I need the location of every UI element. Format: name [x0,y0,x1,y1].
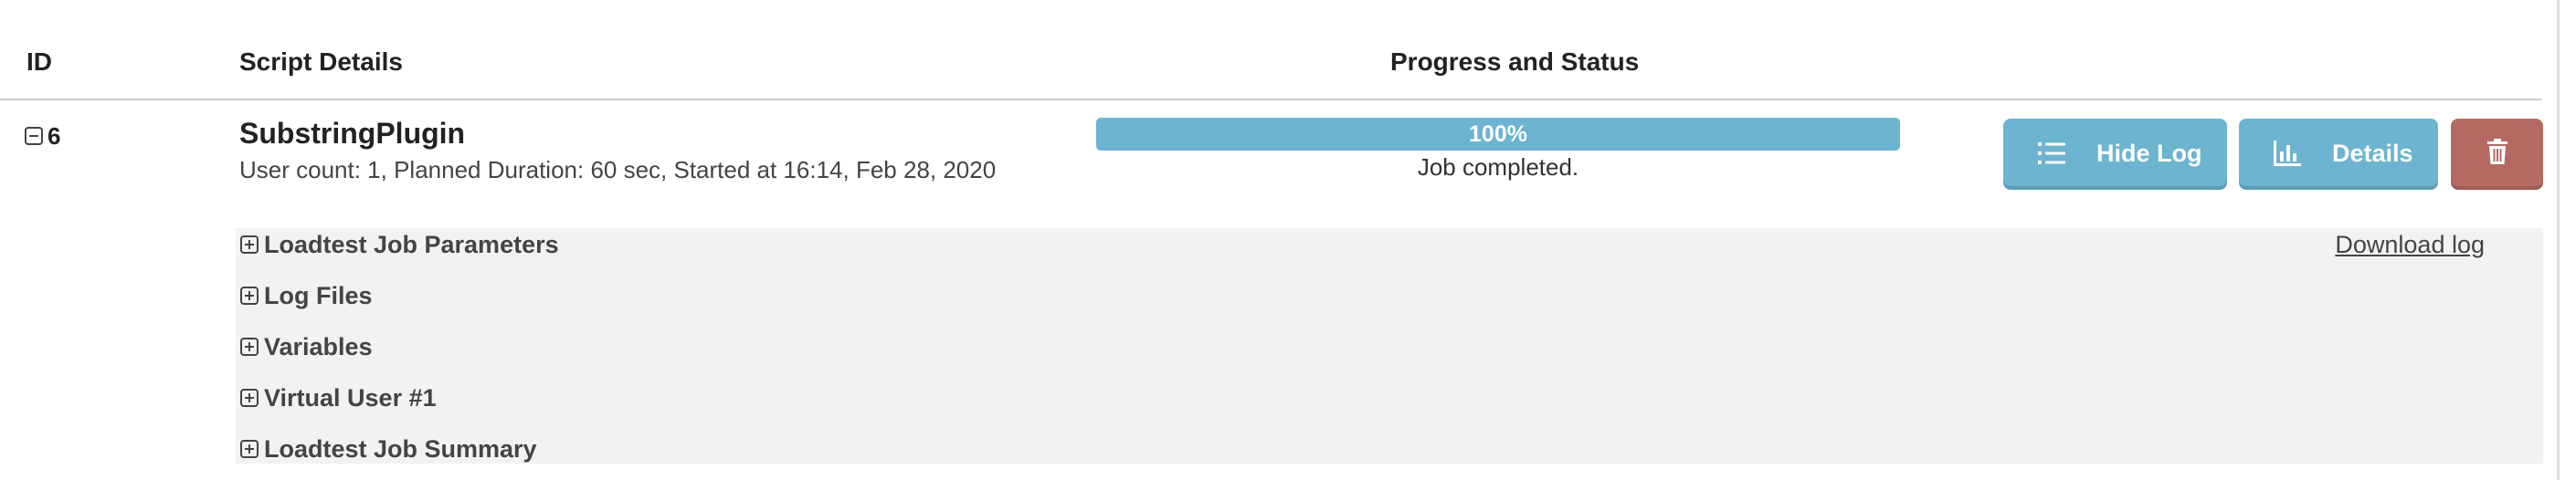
scrollbar-track[interactable] [2557,0,2560,480]
section-label: Log Files [264,281,373,309]
header-progress-status: Progress and Status [1390,47,1640,76]
expand-icon[interactable] [240,440,259,458]
hide-log-label: Hide Log [2096,140,2202,167]
hide-log-button[interactable]: Hide Log [2003,119,2227,190]
bar-chart-icon [2274,141,2301,172]
download-log-link[interactable]: Download log [2335,228,2485,261]
header-script-details: Script Details [239,47,403,76]
status-text: Job completed. [1417,153,1579,181]
expand-icon[interactable] [240,338,259,356]
section-label: Variables [264,332,373,360]
script-summary: User count: 1, Planned Duration: 60 sec,… [239,156,997,183]
progress-label: 100% [1469,121,1527,147]
list-icon [2038,141,2065,172]
expand-icon[interactable] [240,389,259,407]
progress-bar: 100% [1096,118,1900,151]
delete-button[interactable] [2451,119,2543,190]
table-row: 6 SubstringPlugin User count: 1, Planned… [0,100,2543,228]
section-label: Virtual User #1 [264,383,437,412]
section-loadtest-job-parameters[interactable]: Loadtest Job Parameters [240,228,559,261]
loadtest-jobs-view: ID Script Details Progress and Status 6 … [0,0,2576,480]
job-id-cell: 6 [25,122,60,150]
trash-icon [2486,138,2507,171]
script-name: SubstringPlugin [239,117,466,150]
table-header: ID Script Details Progress and Status [0,0,2542,100]
log-panel: Loadtest Job Parameters Log Files Variab… [236,228,2543,464]
header-id: ID [26,47,52,76]
expand-icon[interactable] [240,287,259,305]
section-variables[interactable]: Variables [240,330,373,363]
details-label: Details [2332,140,2413,167]
section-loadtest-job-summary[interactable]: Loadtest Job Summary [240,433,537,465]
section-virtual-user-1[interactable]: Virtual User #1 [240,381,437,414]
details-button[interactable]: Details [2239,119,2438,190]
job-id: 6 [48,121,61,150]
collapse-icon[interactable] [25,127,43,145]
section-label: Loadtest Job Summary [264,434,537,463]
expand-icon[interactable] [240,235,259,254]
section-label: Loadtest Job Parameters [264,230,559,258]
section-log-files[interactable]: Log Files [240,279,373,312]
